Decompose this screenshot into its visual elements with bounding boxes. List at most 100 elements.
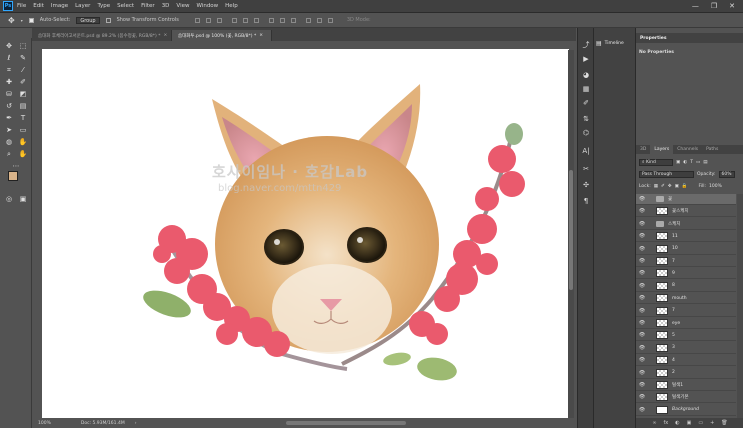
- history-icon[interactable]: ⤴: [581, 40, 591, 50]
- eye-icon[interactable]: 👁: [638, 332, 646, 338]
- tab-layers[interactable]: Layers: [650, 145, 674, 154]
- eye-icon[interactable]: 👁: [638, 208, 646, 214]
- rectangle-tool-icon[interactable]: ▭: [17, 125, 29, 135]
- layer-row[interactable]: 👁 mouth: [636, 293, 736, 305]
- status-arrow-icon[interactable]: ›: [135, 421, 137, 426]
- distribute-top-icon[interactable]: [268, 17, 274, 23]
- brush-tool-icon[interactable]: ✐: [17, 77, 29, 87]
- tab-paths[interactable]: Paths: [702, 145, 722, 154]
- layer-row[interactable]: 👁 7: [636, 256, 736, 267]
- eye-icon[interactable]: 👁: [638, 283, 646, 289]
- layer-row[interactable]: 👁 꽃: [636, 194, 736, 205]
- menu-image[interactable]: Image: [51, 3, 68, 9]
- new-layer-icon[interactable]: +: [710, 420, 714, 426]
- layer-row[interactable]: 👁 털색1: [636, 380, 736, 391]
- vertical-scrollbar[interactable]: [568, 50, 574, 420]
- link-layers-icon[interactable]: ∞: [652, 420, 656, 426]
- show-transform-checkbox[interactable]: [105, 17, 111, 23]
- swatches-icon[interactable]: ▦: [581, 84, 591, 94]
- gradient-tool-icon[interactable]: ▤: [17, 101, 29, 111]
- close-icon[interactable]: ×: [164, 33, 168, 38]
- menu-filter[interactable]: Filter: [141, 3, 155, 9]
- clone-stamp-icon[interactable]: ⛁: [3, 89, 15, 99]
- eye-icon[interactable]: 👁: [638, 407, 646, 413]
- screen-mode-icon[interactable]: ▣: [17, 194, 29, 204]
- close-button[interactable]: ✕: [729, 2, 735, 10]
- horizontal-scrollbar[interactable]: [286, 421, 406, 425]
- eye-icon[interactable]: 👁: [638, 370, 646, 376]
- kind-filter-dropdown[interactable]: ⌕ Kind: [639, 159, 673, 166]
- zoom-level[interactable]: 100%: [38, 421, 51, 426]
- layer-row[interactable]: 👁 7: [636, 306, 736, 317]
- tab-channels[interactable]: Channels: [673, 145, 702, 154]
- layer-row[interactable]: 👁 5: [636, 330, 736, 342]
- blend-mode-dropdown[interactable]: Pass Through: [639, 171, 694, 178]
- eye-icon[interactable]: 👁: [638, 394, 646, 400]
- filter-smart-icon[interactable]: ▤: [703, 160, 707, 165]
- history-brush-icon[interactable]: ↺: [3, 101, 15, 111]
- menu-3d[interactable]: 3D: [162, 3, 170, 9]
- auto-select-dropdown[interactable]: Group: [76, 16, 100, 24]
- eye-icon[interactable]: 👁: [638, 221, 646, 227]
- menu-help[interactable]: Help: [225, 3, 238, 9]
- layer-row[interactable]: 👁 Background: [636, 405, 736, 416]
- adjustments-icon[interactable]: ⇅: [581, 114, 591, 124]
- tools-preset-icon[interactable]: ✂: [581, 164, 591, 174]
- properties-panel-header[interactable]: Properties: [636, 33, 743, 43]
- styles-icon[interactable]: ⌬: [581, 128, 591, 138]
- eye-icon[interactable]: 👁: [638, 320, 646, 326]
- lock-artboard-icon[interactable]: ▣: [675, 184, 679, 189]
- lock-position-icon[interactable]: ✥: [668, 184, 672, 189]
- foreground-color-swatch[interactable]: [8, 171, 18, 181]
- eye-icon[interactable]: 👁: [638, 382, 646, 388]
- menu-window[interactable]: Window: [196, 3, 218, 9]
- info-icon[interactable]: ✣: [581, 180, 591, 190]
- layer-row[interactable]: 👁 3: [636, 343, 736, 354]
- crop-tool-icon[interactable]: ⌗: [3, 65, 15, 75]
- healing-brush-icon[interactable]: ✚: [3, 77, 15, 87]
- lock-all-icon[interactable]: 🔒: [682, 184, 688, 189]
- menu-select[interactable]: Select: [117, 3, 134, 9]
- layer-style-icon[interactable]: fx: [664, 420, 669, 426]
- distribute-center-icon[interactable]: [316, 17, 322, 23]
- tab-document-1[interactable]: 슴대화 후체리아고서운트.psd @ 89.2% (봄수정꽃, RGB/8*) …: [32, 30, 172, 41]
- quick-mask-icon[interactable]: ◎: [3, 194, 15, 204]
- lock-pixels-icon[interactable]: ✐: [661, 184, 665, 189]
- align-bottom-icon[interactable]: [216, 17, 222, 23]
- layers-scrollbar[interactable]: [737, 194, 743, 418]
- eye-icon[interactable]: 👁: [638, 196, 646, 202]
- more-tools-icon[interactable]: ⋯: [10, 161, 22, 171]
- align-center-icon[interactable]: [242, 17, 248, 23]
- menu-edit[interactable]: Edit: [33, 3, 44, 9]
- actions-icon[interactable]: ▶: [581, 54, 591, 64]
- eye-icon[interactable]: 👁: [638, 258, 646, 264]
- layer-row[interactable]: 👁 스케치: [636, 219, 736, 230]
- timeline-panel-button[interactable]: ▤ Timeline: [596, 38, 634, 48]
- layer-row[interactable]: 👁 8: [636, 281, 736, 292]
- layer-row[interactable]: 👁 11: [636, 231, 736, 243]
- zoom-tool-icon[interactable]: ⌕: [3, 149, 15, 159]
- close-icon[interactable]: ×: [259, 33, 263, 38]
- eye-icon[interactable]: 👁: [638, 233, 646, 239]
- eye-icon[interactable]: 👁: [638, 357, 646, 363]
- align-right-icon[interactable]: [253, 17, 259, 23]
- scroll-thumb[interactable]: [569, 170, 573, 290]
- blur-tool-icon[interactable]: ◍: [3, 137, 15, 147]
- distribute-left-icon[interactable]: [305, 17, 311, 23]
- filter-type-icon[interactable]: T: [690, 160, 693, 165]
- distribute-bottom-icon[interactable]: [290, 17, 296, 23]
- chevron-down-icon[interactable]: ▾: [21, 18, 23, 23]
- filter-pixel-icon[interactable]: ▣: [676, 160, 680, 165]
- delete-layer-icon[interactable]: 🗑: [721, 420, 727, 426]
- type-tool-icon[interactable]: T: [17, 113, 29, 123]
- layer-row[interactable]: 👁 9: [636, 268, 736, 280]
- distribute-middle-icon[interactable]: [279, 17, 285, 23]
- marquee-tool-icon[interactable]: ⬚: [17, 41, 29, 51]
- eye-icon[interactable]: 👁: [638, 246, 646, 252]
- magic-wand-icon[interactable]: ✎: [17, 53, 29, 63]
- pen-tool-icon[interactable]: ✒: [3, 113, 15, 123]
- menu-layer[interactable]: Layer: [75, 3, 90, 9]
- layer-row[interactable]: 👁 eye: [636, 318, 736, 329]
- character-icon[interactable]: A|: [581, 146, 591, 156]
- eye-icon[interactable]: 👁: [638, 345, 646, 351]
